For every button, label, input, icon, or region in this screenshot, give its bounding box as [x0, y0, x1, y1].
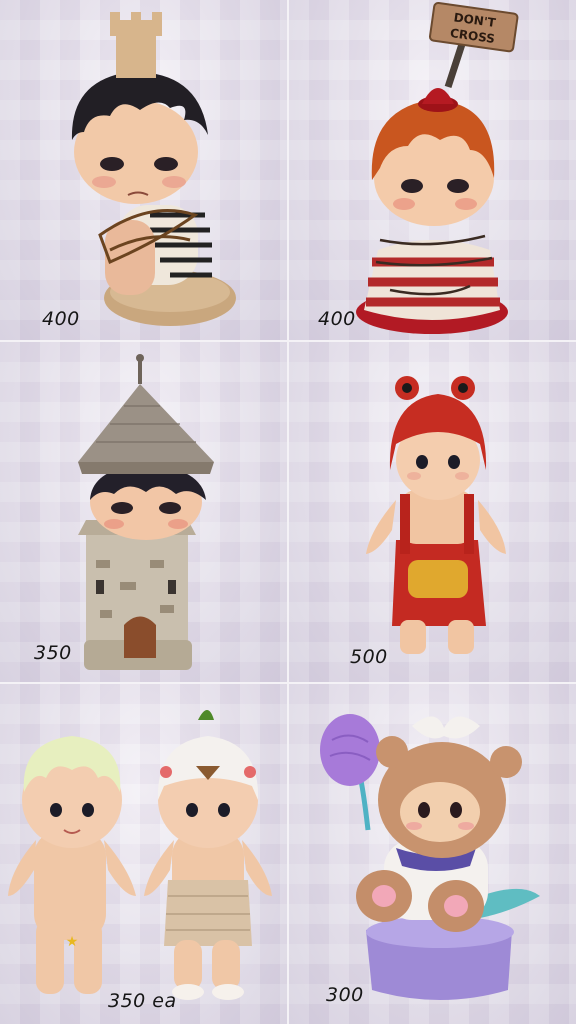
svg-text:★: ★	[66, 934, 79, 950]
figurines-illustration: DON'T CROSS ★	[8, 1, 540, 1000]
bear-doll-figure	[320, 714, 540, 1000]
bird-hat-doll-figure	[144, 710, 272, 1000]
cauliflower-doll-figure: ★	[8, 736, 136, 994]
price-label-dont-cross-boy: 400	[318, 308, 356, 330]
price-label-bear-doll: 300	[326, 984, 364, 1006]
price-label-tower-boy: 350	[34, 642, 72, 664]
castle-boy-figure	[71, 12, 236, 326]
tower-boy-figure	[78, 354, 214, 670]
photo-collage: DON'T CROSS ★ 400 400 350 500 350 ea 300	[0, 0, 576, 1024]
frog-doll-figure	[366, 376, 506, 654]
price-label-castle-boy: 400	[42, 308, 80, 330]
dont-cross-boy-figure: DON'T CROSS	[356, 1, 519, 334]
price-label-two-dolls: 350 ea	[108, 990, 177, 1012]
price-label-frog-doll: 500	[350, 646, 388, 668]
